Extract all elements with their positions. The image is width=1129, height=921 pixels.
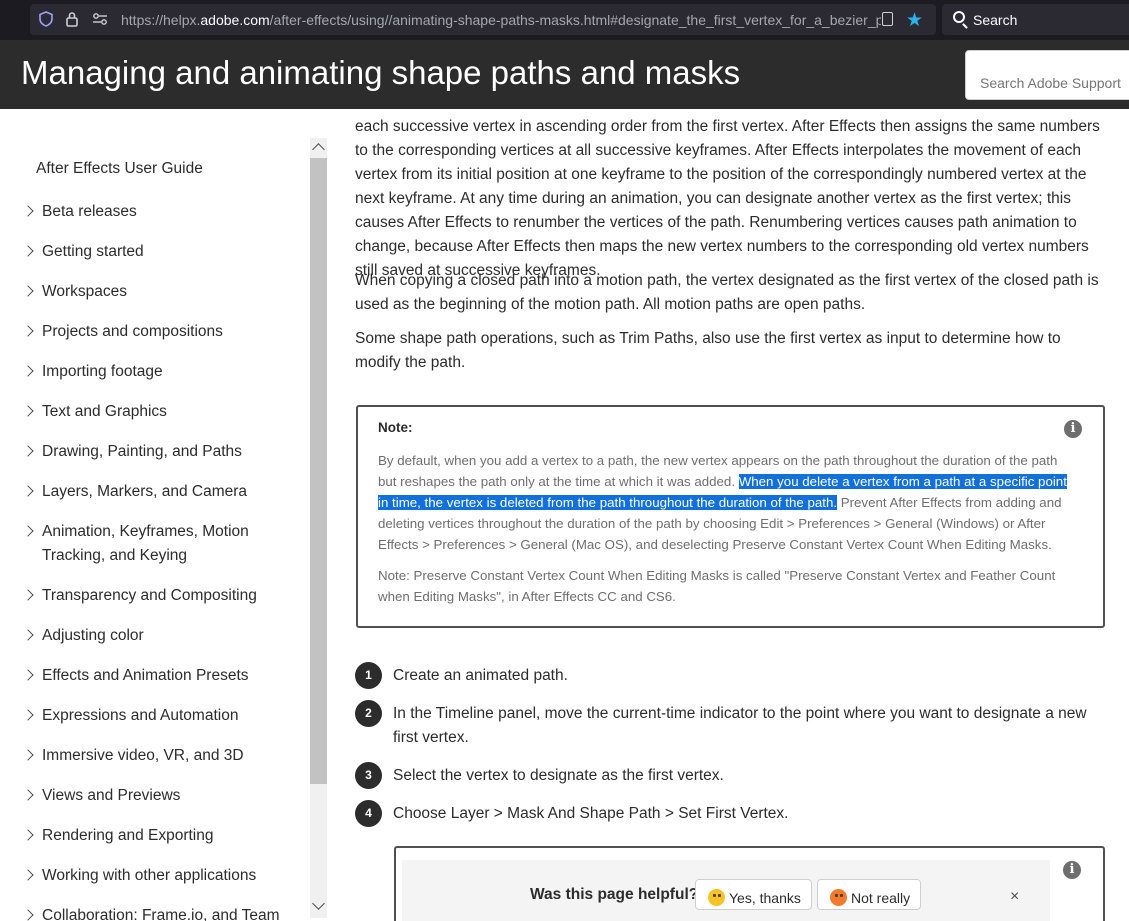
sidebar-item[interactable]: Projects and compositions — [22, 320, 302, 344]
sidebar-item[interactable]: Collaboration: Frame.io, and Team — [22, 904, 302, 921]
note-text-secondary: Note: Preserve Constant Vertex Count Whe… — [378, 568, 1056, 604]
info-icon: i — [1064, 420, 1082, 438]
chevron-right-icon — [22, 629, 34, 641]
sidebar-item-label: Collaboration: Frame.io, and Team — [42, 907, 280, 921]
step-number: 1 — [355, 662, 382, 689]
sidebar-item[interactable]: Drawing, Painting, and Paths — [22, 440, 302, 464]
guide-title[interactable]: After Effects User Guide — [36, 160, 203, 178]
chevron-right-icon — [22, 909, 34, 921]
feedback-no-button[interactable]: Not really — [817, 879, 922, 910]
sidebar-item-label: Workspaces — [42, 283, 127, 300]
step-text: Select the vertex to designate as the fi… — [393, 767, 724, 784]
sidebar-item[interactable]: Workspaces — [22, 280, 302, 304]
note-label: Note: — [378, 420, 413, 435]
sidebar-item[interactable]: Animation, Keyframes, Motion Tracking, a… — [22, 520, 302, 568]
step-text: In the Timeline panel, move the current-… — [393, 705, 1087, 746]
sidebar-item[interactable]: Importing footage — [22, 360, 302, 384]
chevron-right-icon — [22, 525, 34, 537]
chevron-right-icon — [22, 669, 34, 681]
body-paragraph-3: Some shape path operations, such as Trim… — [355, 330, 1061, 371]
chevron-right-icon — [22, 365, 34, 377]
sidebar-item-label: Effects and Animation Presets — [42, 667, 249, 684]
sidebar-item-label: Adjusting color — [42, 627, 144, 644]
page-header: Managing and animating shape paths and m… — [0, 40, 1129, 109]
sidebar-item[interactable]: Getting started — [22, 240, 302, 264]
note-text: By default, when you add a vertex to a p… — [378, 453, 1067, 552]
sidebar-item-label: Drawing, Painting, and Paths — [42, 443, 242, 460]
bookmark-star-icon[interactable]: ★ — [906, 9, 923, 32]
sidebar-item[interactable]: Adjusting color — [22, 624, 302, 648]
sidebar-item-label: Beta releases — [42, 203, 137, 220]
sidebar-item-label: Immersive video, VR, and 3D — [42, 747, 244, 764]
chevron-right-icon — [22, 205, 34, 217]
reader-view-icon[interactable] — [882, 12, 893, 26]
support-search-input[interactable] — [965, 50, 1129, 100]
sidebar-item[interactable]: Working with other applications — [22, 864, 302, 888]
feedback-question: Was this page helpful? — [530, 886, 699, 903]
sidebar-item[interactable]: Effects and Animation Presets — [22, 664, 302, 688]
sidebar-item-label: Projects and compositions — [42, 323, 223, 340]
chevron-right-icon — [22, 789, 34, 801]
chevron-right-icon — [22, 829, 34, 841]
sidebar-item-label: Working with other applications — [42, 867, 257, 884]
sidebar-item[interactable]: Views and Previews — [22, 784, 302, 808]
page-title: Managing and animating shape paths and m… — [21, 54, 741, 91]
lock-icon[interactable] — [66, 11, 78, 30]
sidebar-item-label: Rendering and Exporting — [42, 827, 214, 844]
chevron-right-icon — [22, 869, 34, 881]
sidebar-item-label: Transparency and Compositing — [42, 587, 257, 604]
feedback-bar: Was this page helpful? Yes, thanks Not r… — [402, 860, 1050, 921]
sidebar-item-label: Text and Graphics — [42, 403, 167, 420]
step-text: Choose Layer > Mask And Shape Path > Set… — [393, 805, 789, 822]
search-icon — [953, 11, 965, 23]
permissions-icon[interactable] — [92, 11, 108, 30]
sidebar-item[interactable]: Immersive video, VR, and 3D — [22, 744, 302, 768]
body-paragraph-1: each successive vertex in ascending orde… — [355, 118, 1100, 279]
shield-icon[interactable] — [39, 11, 53, 30]
sidebar-item[interactable]: Beta releases — [22, 200, 302, 224]
step-number: 2 — [355, 700, 382, 727]
info-icon: i — [1063, 861, 1081, 879]
sidebar-item[interactable]: Transparency and Compositing — [22, 584, 302, 608]
feedback-yes-button[interactable]: Yes, thanks — [695, 879, 812, 910]
close-icon[interactable]: × — [1010, 888, 1019, 906]
sidebar-item-label: Animation, Keyframes, Motion Tracking, a… — [42, 523, 249, 564]
frown-emoji-icon — [830, 889, 847, 906]
sidebar-item-label: Getting started — [42, 243, 144, 260]
chevron-right-icon — [22, 445, 34, 457]
sidebar-item-label: Expressions and Automation — [42, 707, 239, 724]
chevron-right-icon — [22, 245, 34, 257]
sidebar-item[interactable]: Layers, Markers, and Camera — [22, 480, 302, 504]
chevron-right-icon — [22, 485, 34, 497]
browser-search-label: Search — [973, 12, 1018, 28]
chevron-right-icon — [22, 285, 34, 297]
step-number: 4 — [355, 800, 382, 827]
smile-emoji-icon — [708, 889, 725, 906]
note-box: Note: i By default, when you add a verte… — [356, 405, 1105, 628]
step-number: 3 — [355, 762, 382, 789]
chevron-right-icon — [22, 589, 34, 601]
body-paragraph-2: When copying a closed path into a motion… — [355, 272, 1099, 313]
chevron-right-icon — [22, 405, 34, 417]
step-text: Create an animated path. — [393, 667, 568, 684]
chevron-right-icon — [22, 749, 34, 761]
chevron-right-icon — [22, 709, 34, 721]
chevron-right-icon — [22, 325, 34, 337]
sidebar-scrollbar-thumb[interactable] — [310, 158, 327, 784]
browser-toolbar: https://helpx.adobe.com/after-effects/us… — [0, 0, 1129, 40]
sidebar-item-label: Views and Previews — [42, 787, 181, 804]
sidebar-item[interactable]: Rendering and Exporting — [22, 824, 302, 848]
sidebar-item-label: Importing footage — [42, 363, 163, 380]
sidebar-item-label: Layers, Markers, and Camera — [42, 483, 248, 500]
sidebar-item[interactable]: Expressions and Automation — [22, 704, 302, 728]
feedback-panel: Was this page helpful? Yes, thanks Not r… — [394, 846, 1105, 921]
address-bar[interactable]: https://helpx.adobe.com/after-effects/us… — [30, 4, 936, 35]
browser-search-box[interactable]: Search — [942, 4, 1129, 35]
url-text[interactable]: https://helpx.adobe.com/after-effects/us… — [121, 12, 881, 30]
sidebar-item[interactable]: Text and Graphics — [22, 400, 302, 424]
